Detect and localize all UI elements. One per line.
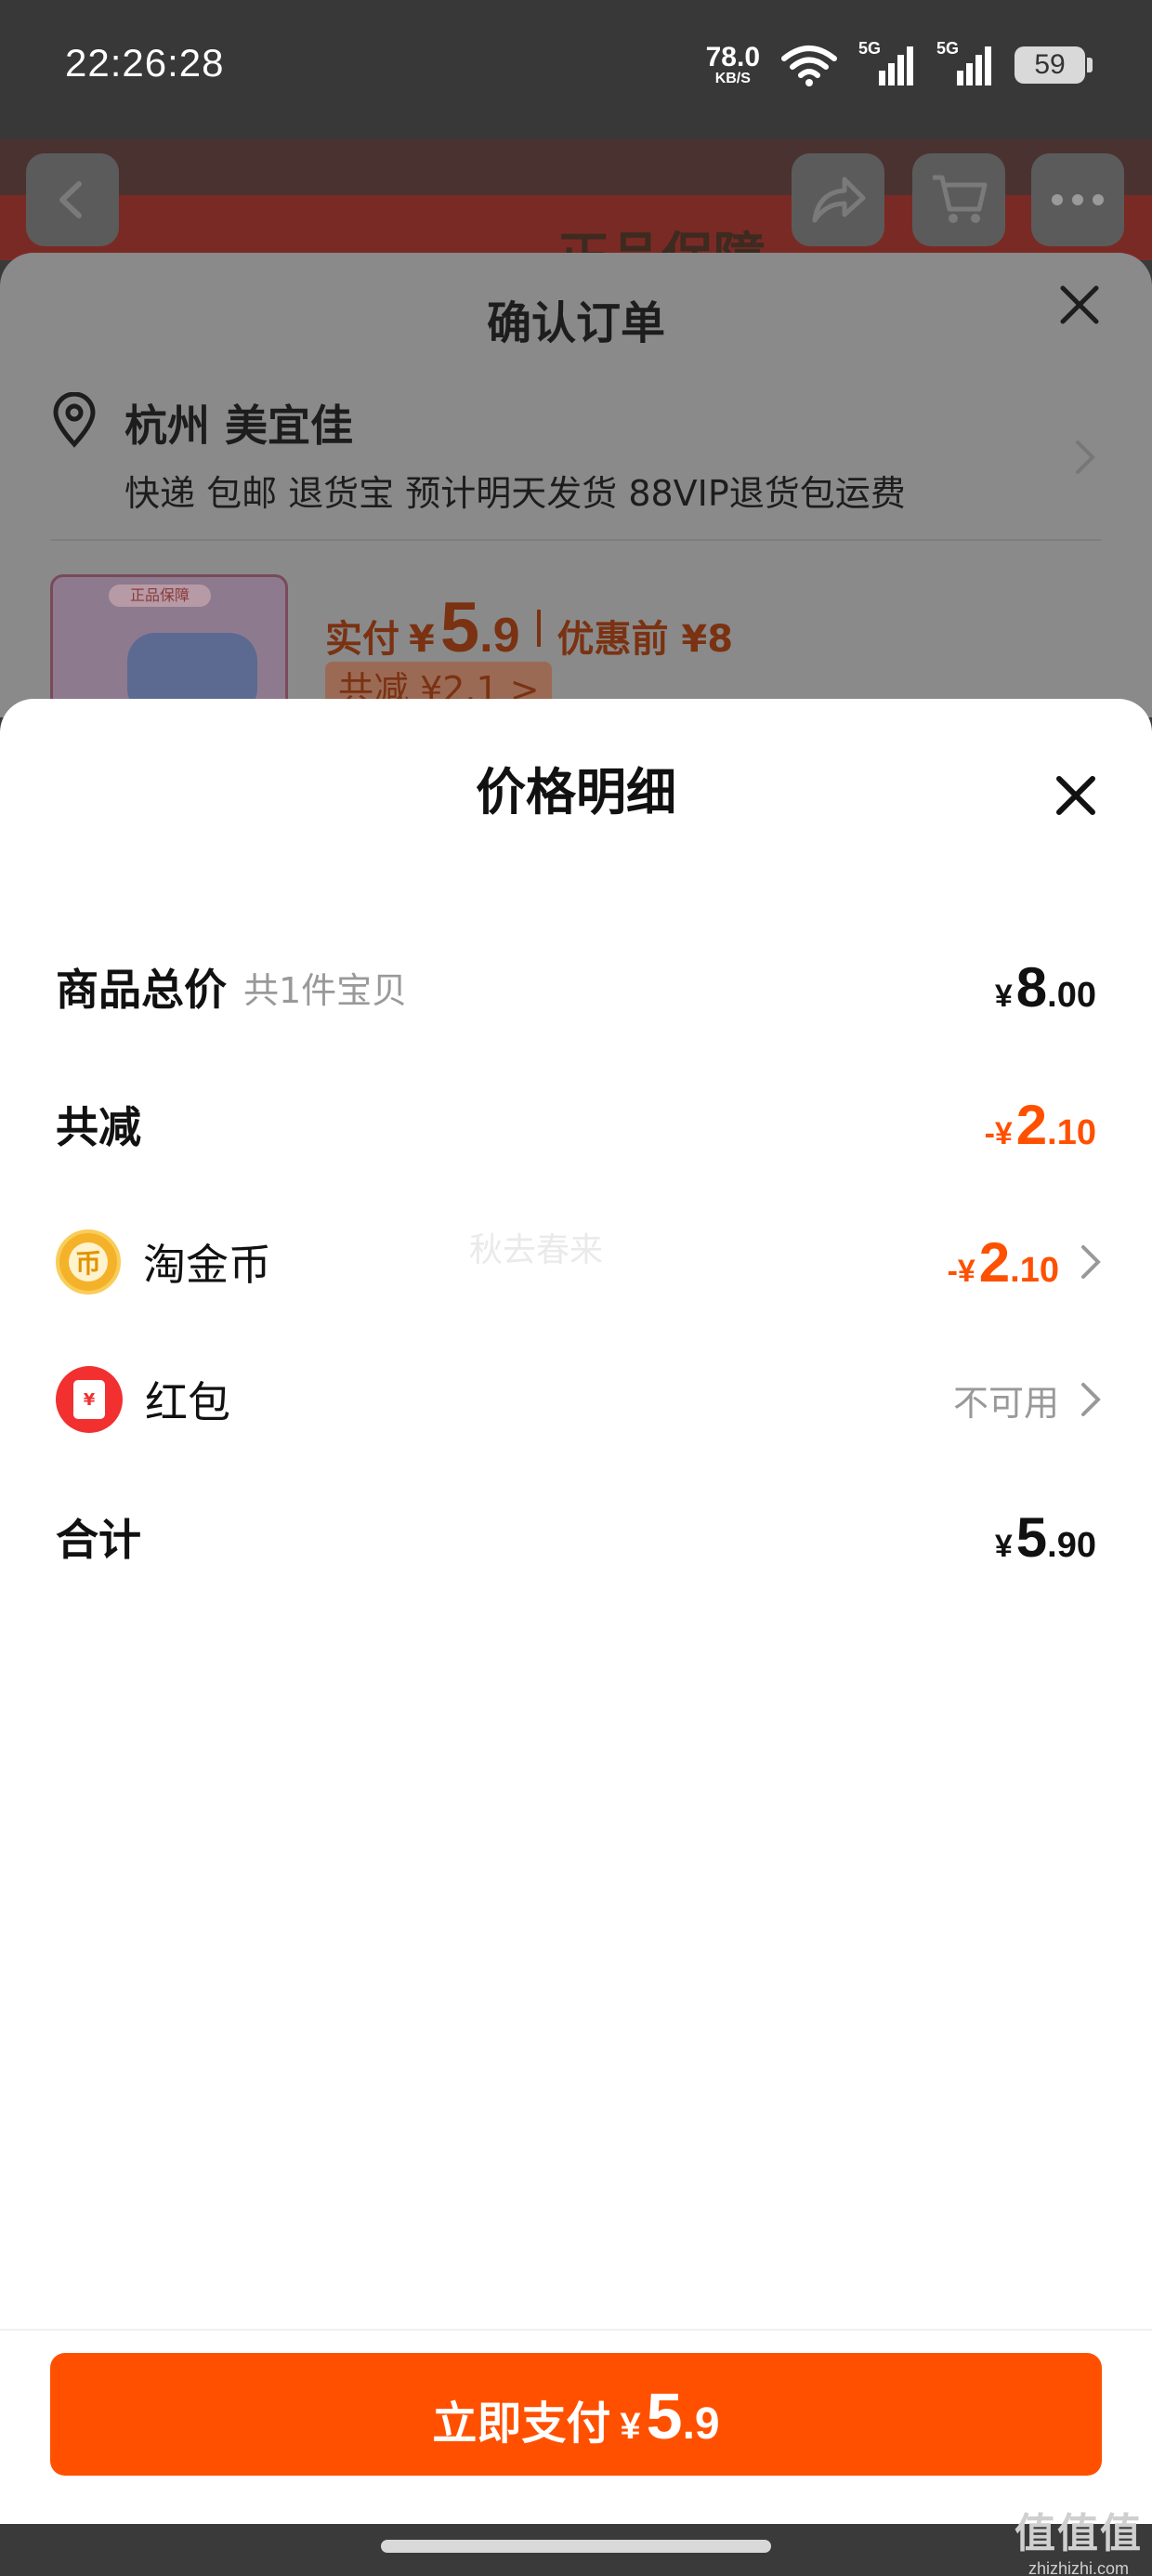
location-pin-icon [53, 392, 96, 448]
sum-row: 合计 ¥ 5 .90 [56, 1491, 1096, 1584]
hongbao-row[interactable]: ¥ 红包 不可用 [56, 1353, 1102, 1446]
pay-now-yen: ¥ [620, 2406, 641, 2447]
actual-pay-dec: .9 [479, 609, 520, 663]
site-watermark: 值值值 zhizhizhi.com [1015, 2500, 1143, 2576]
actual-pay-int: 5 [439, 588, 480, 667]
cart-button[interactable] [912, 153, 1005, 246]
net-speed-value: 78.0 [705, 42, 760, 72]
coin-icon: 币 [56, 1229, 121, 1295]
delivery-info: 快递 包邮 退货宝 预计明天发货 88VIP退货包运费 [124, 473, 906, 514]
sum-amount: ¥ 5 .90 [994, 1505, 1096, 1569]
close-icon[interactable] [1054, 279, 1106, 331]
site-watermark-url: zhizhizhi.com [1028, 2559, 1130, 2576]
total-reduce-label: 共减 [56, 1102, 141, 1152]
before-discount: 优惠前 ¥8 [556, 618, 734, 661]
home-indicator[interactable] [381, 2540, 771, 2553]
more-icon [1052, 194, 1104, 205]
share-button[interactable] [792, 153, 884, 246]
price-detail-sheet: 价格明细 商品总价 共1件宝贝 ¥ 8 .00 共减 -¥ 2 .10 币 淘金… [0, 699, 1152, 2524]
wifi-icon [781, 46, 837, 86]
price-detail-title: 价格明细 [476, 763, 676, 821]
goods-total-row: 商品总价 共1件宝贝 ¥ 8 .00 [56, 940, 1096, 1033]
goods-total-label: 商品总价 [56, 965, 227, 1015]
back-button[interactable] [26, 153, 119, 246]
goods-count: 共1件宝贝 [243, 969, 408, 1011]
net-speed: 78.0 KB/S [706, 44, 760, 86]
share-icon [812, 177, 866, 223]
hongbao-label: 红包 [145, 1377, 230, 1427]
sum-label: 合计 [56, 1515, 141, 1565]
taojinbi-label: 淘金币 [143, 1240, 271, 1290]
taojinbi-amount: -¥ 2 .10 [947, 1230, 1059, 1294]
confirm-order-sheet: 确认订单 杭州 美宜佳 快递 包邮 退货宝 预计明天发货 88VIP退货包运费 … [0, 253, 1152, 723]
actual-pay-label: 实付 [325, 618, 399, 661]
user-watermark: 秋去春来 [469, 1231, 604, 1269]
pay-now-dec: .9 [682, 2399, 720, 2449]
signal-icon: 5G [936, 39, 994, 87]
divider [0, 2329, 1152, 2331]
thumb-label: 正品保障 [109, 585, 211, 607]
total-reduce-amount: -¥ 2 .10 [984, 1093, 1096, 1156]
total-reduce-row: 共减 -¥ 2 .10 [56, 1078, 1096, 1171]
address-name[interactable]: 杭州 美宜佳 [124, 392, 353, 453]
chevron-right-icon [1081, 1383, 1101, 1416]
pay-now-button[interactable]: 立即支付 ¥ 5 .9 [50, 2353, 1102, 2476]
red-envelope-icon: ¥ [56, 1366, 123, 1433]
goods-total-amount: ¥ 8 .00 [994, 955, 1096, 1019]
chevron-right-icon[interactable] [1074, 439, 1096, 476]
status-icons: 78.0 KB/S 5G 5G 59 [706, 37, 1093, 93]
cart-icon [933, 175, 988, 223]
close-icon[interactable] [1050, 769, 1102, 821]
status-bar: 22:26:28 78.0 KB/S 5G 5G 59 [0, 0, 1152, 139]
pay-now-label: 立即支付 [432, 2398, 611, 2450]
net-speed-unit: KB/S [714, 71, 751, 86]
actual-pay: 实付 ¥ 5 .9 优惠前 ¥8 [325, 587, 733, 668]
chevron-right-icon [1081, 1245, 1101, 1279]
signal-icon: 5G [858, 39, 916, 87]
status-time: 22:26:28 [65, 41, 225, 85]
battery-icon: 59 [1015, 46, 1093, 84]
hongbao-status: 不可用 [952, 1382, 1059, 1424]
divider [50, 539, 1102, 541]
back-arrow-icon [59, 181, 82, 218]
more-button[interactable] [1031, 153, 1124, 246]
pay-now-int: 5 [646, 2380, 683, 2452]
site-watermark-logo: 值值值 [1015, 2510, 1143, 2557]
confirm-order-title: 确认订单 [486, 297, 665, 349]
actual-pay-yen: ¥ [409, 618, 435, 661]
